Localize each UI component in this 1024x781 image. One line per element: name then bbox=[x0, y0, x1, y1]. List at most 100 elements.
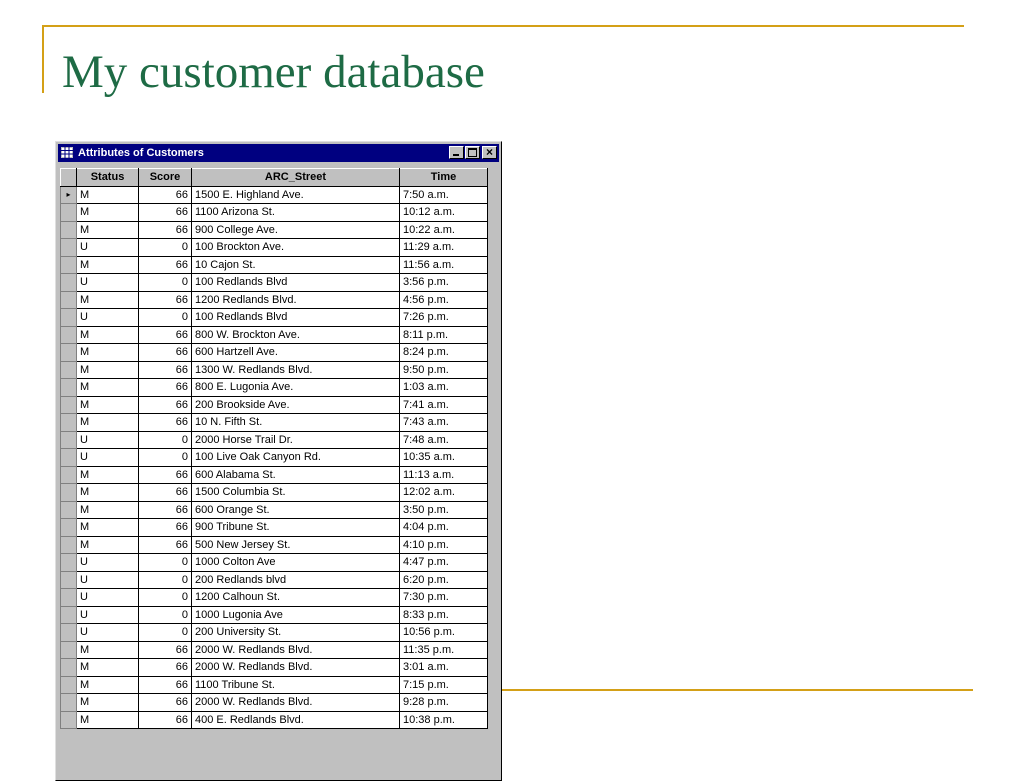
table-row[interactable]: U 0 1000 Colton Ave 4:47 p.m. bbox=[60, 553, 488, 572]
cell-arc-street[interactable]: 2000 W. Redlands Blvd. bbox=[191, 693, 400, 712]
row-selector[interactable] bbox=[60, 203, 77, 222]
cell-time[interactable]: 10:12 a.m. bbox=[399, 203, 488, 222]
cell-status[interactable]: M bbox=[76, 325, 139, 344]
table-row[interactable]: U 0 1200 Calhoun St. 7:30 p.m. bbox=[60, 588, 488, 607]
window-titlebar[interactable]: Attributes of Customers × bbox=[58, 144, 499, 162]
cell-time[interactable]: 7:50 a.m. bbox=[399, 185, 488, 204]
cell-time[interactable]: 8:11 p.m. bbox=[399, 325, 488, 344]
cell-time[interactable]: 10:22 a.m. bbox=[399, 220, 488, 239]
cell-time[interactable]: 7:43 a.m. bbox=[399, 413, 488, 432]
row-selector[interactable] bbox=[60, 535, 77, 554]
cell-time[interactable]: 6:20 p.m. bbox=[399, 570, 488, 589]
cell-status[interactable]: U bbox=[76, 605, 139, 624]
cell-arc-street[interactable]: 10 Cajon St. bbox=[191, 255, 400, 274]
cell-score[interactable]: 0 bbox=[138, 430, 192, 449]
cell-arc-street[interactable]: 100 Brockton Ave. bbox=[191, 238, 400, 257]
row-selector[interactable] bbox=[60, 658, 77, 677]
cell-time[interactable]: 3:56 p.m. bbox=[399, 273, 488, 292]
table-row[interactable]: M 66 500 New Jersey St. 4:10 p.m. bbox=[60, 535, 488, 554]
cell-time[interactable]: 8:24 p.m. bbox=[399, 343, 488, 362]
cell-status[interactable]: U bbox=[76, 430, 139, 449]
cell-status[interactable]: M bbox=[76, 640, 139, 659]
row-selector[interactable] bbox=[60, 640, 77, 659]
cell-score[interactable]: 66 bbox=[138, 360, 192, 379]
cell-score[interactable]: 66 bbox=[138, 675, 192, 694]
cell-arc-street[interactable]: 600 Orange St. bbox=[191, 500, 400, 519]
column-header-time[interactable]: Time bbox=[399, 168, 488, 187]
cell-score[interactable]: 0 bbox=[138, 238, 192, 257]
row-selector[interactable] bbox=[60, 605, 77, 624]
row-selector[interactable] bbox=[60, 255, 77, 274]
table-row[interactable]: ▸ M 66 1500 E. Highland Ave. 7:50 a.m. bbox=[60, 185, 488, 204]
cell-arc-street[interactable]: 1000 Colton Ave bbox=[191, 553, 400, 572]
cell-score[interactable]: 66 bbox=[138, 255, 192, 274]
cell-arc-street[interactable]: 10 N. Fifth St. bbox=[191, 413, 400, 432]
cell-arc-street[interactable]: 100 Live Oak Canyon Rd. bbox=[191, 448, 400, 467]
cell-arc-street[interactable]: 1000 Lugonia Ave bbox=[191, 605, 400, 624]
cell-arc-street[interactable]: 200 Brookside Ave. bbox=[191, 395, 400, 414]
cell-score[interactable]: 66 bbox=[138, 220, 192, 239]
table-row[interactable]: M 66 2000 W. Redlands Blvd. 11:35 p.m. bbox=[60, 640, 488, 659]
cell-status[interactable]: M bbox=[76, 535, 139, 554]
cell-status[interactable]: U bbox=[76, 588, 139, 607]
cell-arc-street[interactable]: 1100 Tribune St. bbox=[191, 675, 400, 694]
cell-status[interactable]: U bbox=[76, 570, 139, 589]
cell-status[interactable]: U bbox=[76, 238, 139, 257]
row-selector[interactable] bbox=[60, 570, 77, 589]
cell-arc-street[interactable]: 100 Redlands Blvd bbox=[191, 273, 400, 292]
cell-score[interactable]: 66 bbox=[138, 203, 192, 222]
row-selector[interactable] bbox=[60, 518, 77, 537]
cell-status[interactable]: M bbox=[76, 710, 139, 729]
cell-status[interactable]: M bbox=[76, 343, 139, 362]
row-selector[interactable] bbox=[60, 395, 77, 414]
row-selector[interactable] bbox=[60, 308, 77, 327]
table-row[interactable]: M 66 900 Tribune St. 4:04 p.m. bbox=[60, 518, 488, 537]
cell-status[interactable]: M bbox=[76, 658, 139, 677]
cell-score[interactable]: 66 bbox=[138, 378, 192, 397]
cell-time[interactable]: 7:48 a.m. bbox=[399, 430, 488, 449]
row-selector[interactable] bbox=[60, 675, 77, 694]
cell-arc-street[interactable]: 200 University St. bbox=[191, 623, 400, 642]
cell-arc-street[interactable]: 1500 Columbia St. bbox=[191, 483, 400, 502]
cell-score[interactable]: 66 bbox=[138, 518, 192, 537]
cell-arc-street[interactable]: 1500 E. Highland Ave. bbox=[191, 185, 400, 204]
cell-status[interactable]: M bbox=[76, 675, 139, 694]
cell-arc-street[interactable]: 2000 Horse Trail Dr. bbox=[191, 430, 400, 449]
row-selector[interactable] bbox=[60, 360, 77, 379]
cell-score[interactable]: 0 bbox=[138, 448, 192, 467]
table-row[interactable]: M 66 2000 W. Redlands Blvd. 3:01 a.m. bbox=[60, 658, 488, 677]
cell-time[interactable]: 7:30 p.m. bbox=[399, 588, 488, 607]
row-selector[interactable] bbox=[60, 553, 77, 572]
table-row[interactable]: U 0 100 Brockton Ave. 11:29 a.m. bbox=[60, 238, 488, 257]
table-row[interactable]: U 0 2000 Horse Trail Dr. 7:48 a.m. bbox=[60, 430, 488, 449]
row-selector[interactable] bbox=[60, 220, 77, 239]
cell-arc-street[interactable]: 900 College Ave. bbox=[191, 220, 400, 239]
column-header-score[interactable]: Score bbox=[138, 168, 192, 187]
row-selector[interactable] bbox=[60, 273, 77, 292]
cell-arc-street[interactable]: 1300 W. Redlands Blvd. bbox=[191, 360, 400, 379]
cell-score[interactable]: 66 bbox=[138, 483, 192, 502]
row-selector[interactable] bbox=[60, 238, 77, 257]
cell-score[interactable]: 0 bbox=[138, 553, 192, 572]
cell-status[interactable]: M bbox=[76, 185, 139, 204]
cell-score[interactable]: 66 bbox=[138, 535, 192, 554]
cell-time[interactable]: 10:38 p.m. bbox=[399, 710, 488, 729]
maximize-button[interactable] bbox=[465, 146, 480, 159]
cell-status[interactable]: M bbox=[76, 483, 139, 502]
cell-score[interactable]: 66 bbox=[138, 500, 192, 519]
cell-time[interactable]: 11:13 a.m. bbox=[399, 465, 488, 484]
row-selector[interactable] bbox=[60, 430, 77, 449]
cell-arc-street[interactable]: 900 Tribune St. bbox=[191, 518, 400, 537]
row-selector[interactable]: ▸ bbox=[60, 185, 77, 204]
cell-score[interactable]: 66 bbox=[138, 710, 192, 729]
table-row[interactable]: M 66 200 Brookside Ave. 7:41 a.m. bbox=[60, 395, 488, 414]
cell-score[interactable]: 66 bbox=[138, 290, 192, 309]
cell-status[interactable]: M bbox=[76, 378, 139, 397]
cell-status[interactable]: M bbox=[76, 693, 139, 712]
table-row[interactable]: M 66 1500 Columbia St. 12:02 a.m. bbox=[60, 483, 488, 502]
table-row[interactable]: M 66 1100 Tribune St. 7:15 p.m. bbox=[60, 675, 488, 694]
cell-time[interactable]: 3:50 p.m. bbox=[399, 500, 488, 519]
cell-score[interactable]: 66 bbox=[138, 343, 192, 362]
table-row[interactable]: U 0 1000 Lugonia Ave 8:33 p.m. bbox=[60, 605, 488, 624]
cell-status[interactable]: U bbox=[76, 308, 139, 327]
